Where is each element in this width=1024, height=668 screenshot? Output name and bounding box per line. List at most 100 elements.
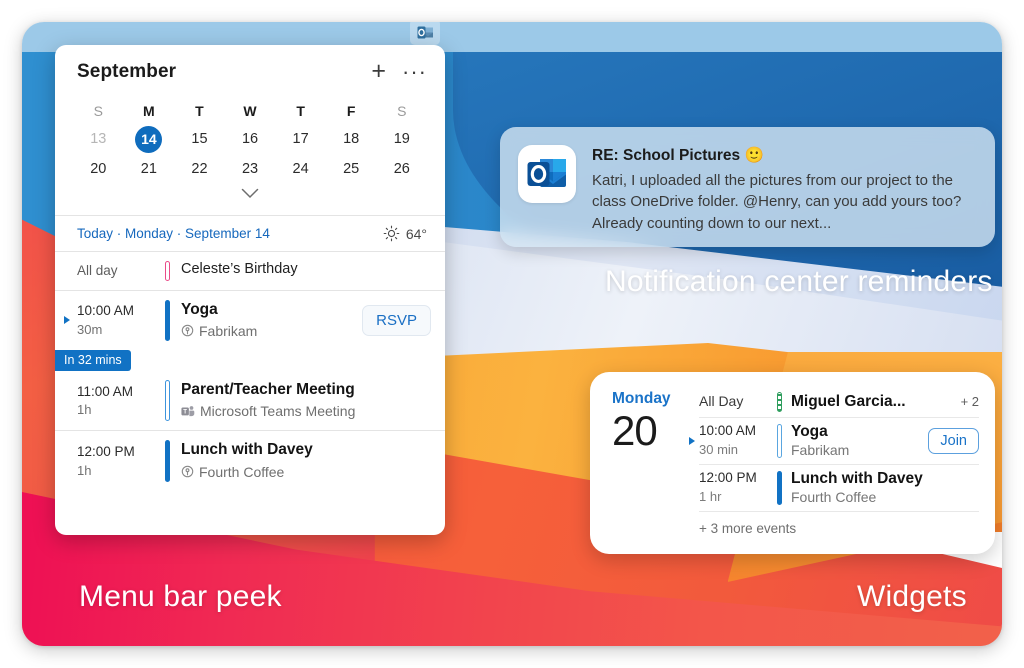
- event-color-bar: [165, 261, 170, 281]
- join-button[interactable]: Join: [928, 428, 979, 454]
- notification-card[interactable]: RE: School Pictures 🙂 Katri, I uploaded …: [500, 127, 995, 247]
- event-title: Parent/Teacher Meeting: [181, 381, 355, 398]
- expand-calendar-button[interactable]: [73, 184, 427, 213]
- widget-events-list: All Day Miguel Garcia... + 2 10:00 AM 30…: [689, 386, 979, 544]
- widget-event-color-bar: [777, 392, 782, 412]
- calendar-day[interactable]: 18: [326, 124, 377, 154]
- desktop: September + ··· S M T W T F S 13 14 15 1…: [22, 22, 1002, 646]
- event-color-bar: [165, 380, 170, 422]
- calendar-day[interactable]: 26: [376, 154, 427, 184]
- widget-event-title: Yoga: [791, 422, 828, 440]
- event-now-arrow-icon: [64, 316, 70, 325]
- dow-sun: S: [93, 103, 103, 119]
- widget-now-arrow-icon: [689, 437, 695, 445]
- event-duration-label: 1h: [77, 462, 92, 478]
- event-meeting-info: T Microsoft Teams Meeting: [181, 401, 431, 421]
- event-body: Yoga Fabrikam: [181, 300, 354, 341]
- widget-event-time-label: 12:00 PM: [699, 470, 757, 486]
- event-title: Lunch with Davey: [181, 441, 313, 459]
- page-title: September: [77, 60, 177, 82]
- event-time-label: All day: [77, 263, 118, 278]
- widget-event-title: Miguel Garcia...: [791, 392, 906, 410]
- notification-text: Katri, I uploaded all the pictures from …: [592, 172, 962, 232]
- calendar-week-row: 13 14 15 16 17 18 19: [73, 124, 427, 154]
- event-time: 11:00 AM 1h: [77, 382, 165, 420]
- calendar-week-row: 20 21 22 23 24 25 26: [73, 154, 427, 184]
- widget-more-events-row[interactable]: + 3 more events: [699, 512, 979, 544]
- widget-row-yoga[interactable]: 10:00 AM 30 min Yoga Fabrikam Join: [689, 418, 979, 465]
- dow-wed: W: [243, 103, 257, 119]
- calendar-day[interactable]: 16: [225, 124, 276, 154]
- location-icon: [181, 465, 194, 478]
- event-row-allday[interactable]: All day Celeste’s Birthday: [55, 252, 445, 290]
- event-body: Lunch with Davey Fourth Coffee: [181, 440, 431, 481]
- event-body: Celeste’s Birthday: [181, 261, 431, 277]
- now-badge-row: In 32 mins: [55, 350, 445, 371]
- dow-sat: S: [397, 103, 407, 119]
- widget-event-title: Lunch with Davey: [791, 469, 923, 487]
- event-time-label: 11:00 AM: [77, 383, 134, 399]
- event-location-label: Fourth Coffee: [199, 463, 285, 480]
- calendar-grid: S M T W T F S 13 14 15 16 17 18 19 20 21…: [55, 90, 445, 215]
- widget-date-block: Monday 20: [606, 386, 699, 544]
- dow-mon: M: [143, 103, 155, 119]
- calendar-day[interactable]: 19: [376, 124, 427, 154]
- calendar-day[interactable]: 13: [73, 124, 124, 154]
- event-time: 12:00 PM 1h: [77, 442, 165, 480]
- widget-event-color-bar: [777, 424, 782, 458]
- notification-title: RE: School Pictures 🙂: [592, 147, 764, 164]
- add-event-button[interactable]: +: [371, 59, 386, 84]
- menubar-outlook-icon[interactable]: [410, 22, 440, 45]
- event-row-lunch[interactable]: 12:00 PM 1h Lunch with Davey Fourth Coff…: [55, 431, 445, 490]
- event-meeting-label: Microsoft Teams Meeting: [200, 403, 356, 420]
- rsvp-button[interactable]: RSVP: [362, 304, 431, 336]
- svg-text:T: T: [183, 409, 187, 416]
- calendar-day[interactable]: 21: [124, 154, 175, 184]
- calendar-day[interactable]: 24: [275, 154, 326, 184]
- today-row: Today · Monday · September 14 64°: [55, 216, 445, 251]
- peek-header: September + ···: [55, 45, 445, 90]
- event-color-bar: [165, 299, 170, 341]
- today-date-label: Today · Monday · September 14: [77, 226, 270, 241]
- event-location: Fabrikam: [181, 321, 354, 341]
- widget-event-time-label: 10:00 AM: [699, 423, 757, 439]
- calendar-dow-row: S M T W T F S: [73, 98, 427, 124]
- weather-widget: 64°: [383, 225, 427, 242]
- teams-icon: T: [181, 406, 195, 417]
- caption-menu-bar-peek: Menu bar peek: [79, 580, 282, 613]
- calendar-day[interactable]: 22: [174, 154, 225, 184]
- dow-fri: F: [346, 103, 356, 119]
- widget-event-location: Fabrikam: [791, 442, 850, 459]
- sun-icon: [383, 225, 400, 242]
- calendar-day[interactable]: 25: [326, 154, 377, 184]
- outlook-icon: [417, 26, 433, 38]
- calendar-widget[interactable]: Monday 20 All Day Miguel Garcia... + 2 1…: [590, 372, 995, 554]
- widget-event-duration-label: 1 hr: [699, 489, 722, 505]
- event-row-yoga[interactable]: 10:00 AM 30m Yoga Fabrikam RSVP: [55, 291, 445, 350]
- event-time: 10:00 AM 30m: [77, 301, 165, 339]
- widget-day-number: 20: [612, 406, 658, 454]
- calendar-day[interactable]: 17: [275, 124, 326, 154]
- calendar-day[interactable]: 20: [73, 154, 124, 184]
- caption-widgets: Widgets: [857, 580, 967, 613]
- widget-row-allday[interactable]: All Day Miguel Garcia... + 2: [699, 386, 979, 418]
- weather-temp: 64°: [405, 225, 427, 242]
- event-color-bar: [165, 440, 170, 482]
- caption-notification-center: Notification center reminders: [605, 265, 993, 298]
- event-body: Parent/Teacher Meeting T Microsoft Teams…: [181, 380, 431, 421]
- event-time-label: 12:00 PM: [77, 443, 135, 459]
- notification-body: RE: School Pictures 🙂 Katri, I uploaded …: [592, 145, 975, 234]
- calendar-day[interactable]: 15: [174, 124, 225, 154]
- calendar-day[interactable]: 23: [225, 154, 276, 184]
- dow-thu: T: [296, 103, 305, 119]
- event-row-parent-teacher[interactable]: 11:00 AM 1h Parent/Teacher Meeting T Mic…: [55, 371, 445, 430]
- calendar-day-today[interactable]: 14: [124, 124, 175, 154]
- widget-day-of-week: Monday: [612, 390, 671, 407]
- widget-event-body: Lunch with Davey Fourth Coffee: [791, 469, 979, 507]
- more-options-button[interactable]: ···: [402, 60, 427, 82]
- event-duration-label: 30m: [77, 321, 103, 337]
- status-badge: In 32 mins: [55, 350, 131, 371]
- widget-row-lunch[interactable]: 12:00 PM 1 hr Lunch with Davey Fourth Co…: [699, 465, 979, 512]
- widget-event-time-label: All Day: [699, 392, 744, 409]
- widget-event-color-bar: [777, 471, 782, 505]
